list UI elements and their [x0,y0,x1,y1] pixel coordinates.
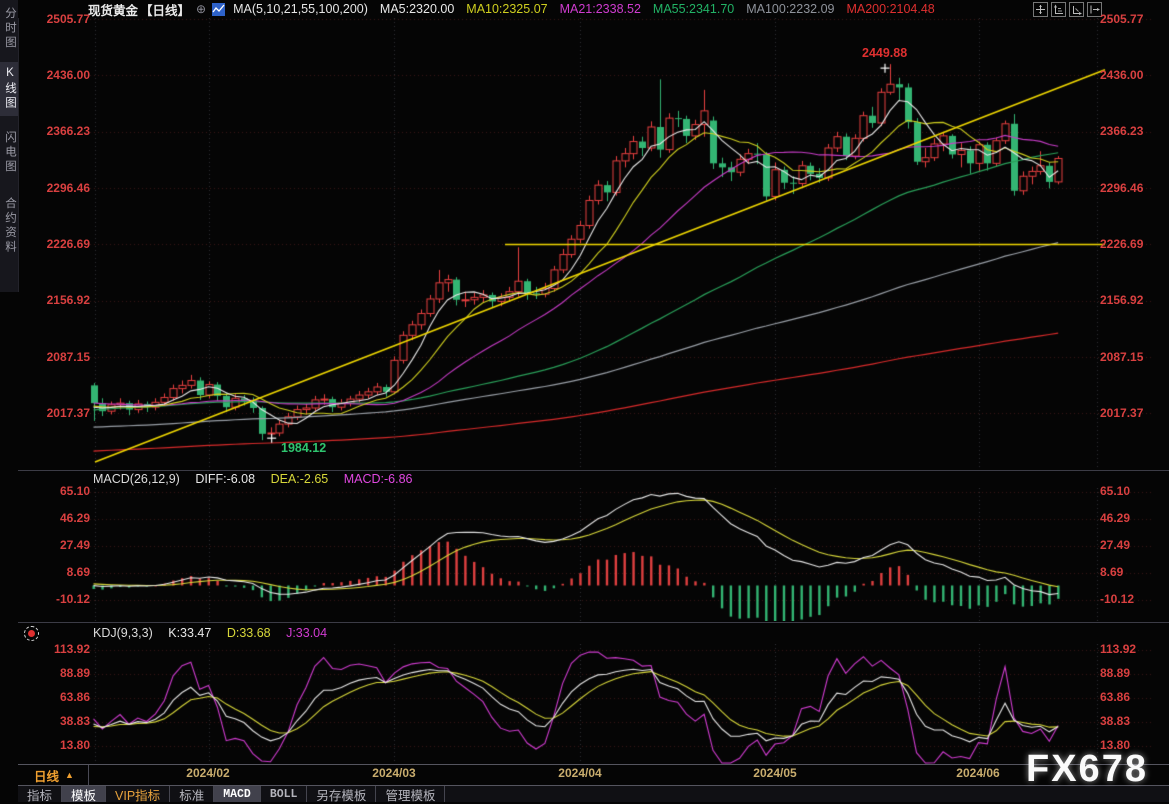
macd-axis-label: 8.69 [66,565,90,579]
tab-macd[interactable]: MACD [214,786,261,802]
macd-header[interactable]: MACD(26,12,9) DIFF:-6.08 DEA:-2.65 MACD:… [93,472,425,486]
interval-selector[interactable]: 日线 ▲ [18,765,89,785]
price-axis-label: 2366.23 [1100,124,1144,138]
kdj-axis-label: 38.83 [59,714,90,728]
time-axis-tick: 2024/02 [186,766,230,780]
d-value: D:33.68 [226,626,271,640]
price-axis-label: 2087.15 [46,350,90,364]
panel-divider [18,622,1169,623]
macd-value: MACD:-6.86 [343,472,413,486]
price-axis-label: 2226.69 [1100,237,1144,251]
price-axis-label: 2017.37 [1100,406,1144,420]
kdj-header[interactable]: KDJ(9,3,3) K:33.47 D:33.68 J:33.04 [93,626,339,640]
kdj-panel-chart[interactable] [18,644,1169,764]
tab-manage-template[interactable]: 管理模板 [376,786,446,803]
kdj-axis-label: 63.86 [59,690,90,704]
crosshair-tool-icon[interactable] [1033,2,1048,17]
indicator-tab-bar: 指标 模板 VIP指标 标准 MACD BOLL 另存模板 管理模板 [18,786,1169,803]
swing-low-annotation: 1984.12 [281,441,327,455]
price-axis-label: 2087.15 [1100,350,1144,364]
ma21-value: MA21:2338.52 [559,2,641,16]
price-axis-label: 2505.77 [1100,12,1144,26]
kdj-axis-label: 113.92 [53,642,90,656]
tab-indicators[interactable]: 指标 [18,786,63,803]
time-axis-tick: 2024/03 [372,766,416,780]
macd-name: MACD(26,12,9) [93,472,180,486]
chart-title-bar: 现货黄金 【日线】 ⊕ MA(5,10,21,55,100,200) MA5:2… [18,0,1169,18]
macd-axis-label: 65.10 [1100,484,1131,498]
tab-boll[interactable]: BOLL [261,786,308,802]
macd-axis-label: 27.49 [1100,538,1131,552]
j-value: J:33.04 [286,626,328,640]
kdj-axis-label: 63.86 [1100,690,1131,704]
ma-config-label: MA(5,10,21,55,100,200) [233,2,368,16]
interval-up-icon: ▲ [65,770,74,780]
sidebar-item-timeshare-chart[interactable]: 分时图 [0,7,18,51]
ma200-value: MA200:2104.48 [846,2,935,16]
price-axis-label: 2436.00 [46,68,90,82]
macd-axis-label: 27.49 [59,538,90,552]
macd-axis-label: -10.12 [55,592,90,606]
dea-value: DEA:-2.65 [270,472,329,486]
macd-axis-label: -10.12 [1100,592,1135,606]
ma5-value: MA5:2320.00 [379,2,455,16]
ma55-value: MA55:2341.70 [652,2,735,16]
tab-vip-indicators[interactable]: VIP指标 [106,786,171,803]
interval-tag: 【日线】 [140,3,191,18]
kdj-axis-label: 113.92 [1100,642,1137,656]
kdj-axis-label: 13.80 [59,738,90,752]
price-axis-label: 2296.46 [46,181,90,195]
chart-toolbar [1033,2,1102,17]
ma100-value: MA100:2232.09 [746,2,835,16]
tab-templates[interactable]: 模板 [62,786,107,803]
collapse-icon[interactable]: ⊕ [196,2,206,16]
time-axis-border [18,764,1169,765]
price-axis-label: 2156.92 [46,293,90,307]
sidebar-item-contract-info[interactable]: 合约资料 [0,197,18,255]
swing-high-annotation: 2449.88 [862,46,908,60]
macd-axis-label: 8.69 [1100,565,1124,579]
price-axis-label: 2436.00 [1100,68,1144,82]
time-axis-tick: 2024/06 [956,766,1000,780]
ma10-value: MA10:2325.07 [466,2,548,16]
sidebar-item-lightning-chart[interactable]: 闪电图 [0,131,18,175]
x-axis-scale-icon[interactable] [1069,2,1084,17]
fx678-watermark: FX678 [1026,748,1148,790]
kdj-alert-icon[interactable] [24,626,39,641]
chart-type-icon[interactable] [212,2,226,16]
k-value: K:33.47 [168,626,212,640]
panel-divider [18,470,1169,471]
interval-label: 日线 [34,769,60,784]
price-axis-label: 2017.37 [46,406,90,420]
price-axis-label: 2296.46 [1100,181,1144,195]
diff-value: DIFF:-6.08 [195,472,256,486]
time-axis-tick: 2024/04 [558,766,602,780]
tab-save-template[interactable]: 另存模板 [307,786,377,803]
time-axis-tick: 2024/05 [753,766,797,780]
macd-panel-chart[interactable] [18,488,1169,621]
macd-axis-label: 65.10 [59,484,90,498]
y-axis-scale-icon[interactable] [1051,2,1066,17]
kdj-name: KDJ(9,3,3) [93,626,153,640]
tab-standard[interactable]: 标准 [170,786,215,803]
kdj-axis-label: 88.89 [59,666,90,680]
symbol-name: 现货黄金 [88,3,139,18]
macd-axis-label: 46.29 [1100,511,1131,525]
price-axis-label: 2366.23 [46,124,90,138]
main-kline-chart[interactable] [18,18,1169,470]
price-axis-label: 2156.92 [1100,293,1144,307]
price-axis-label: 2226.69 [46,237,90,251]
price-axis-label: 2505.77 [46,12,90,26]
sidebar-item-kline-chart[interactable]: K线图 [0,62,18,116]
kdj-axis-label: 38.83 [1100,714,1131,728]
macd-axis-label: 46.29 [59,511,90,525]
kdj-axis-label: 88.89 [1100,666,1131,680]
